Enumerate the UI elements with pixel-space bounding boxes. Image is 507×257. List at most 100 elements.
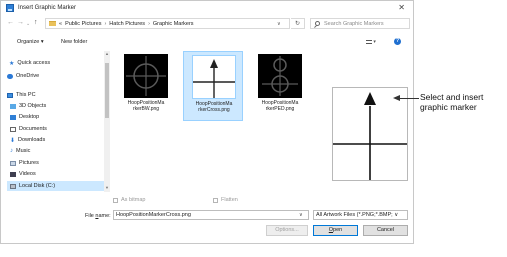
view-chevron-icon: ▾ (373, 39, 376, 45)
sidebar-item-label: This PC (16, 92, 36, 98)
checkbox-box (113, 197, 118, 203)
file-tile-selected[interactable]: HoopPositionMa rkerCross.png (183, 51, 243, 121)
file-name-dropdown-icon[interactable]: ∨ (299, 212, 303, 218)
video-icon (10, 171, 16, 177)
sidebar-item-onedrive[interactable]: OneDrive (7, 71, 111, 81)
breadcrumb-item[interactable]: Hatch Pictures (109, 21, 145, 27)
preview-pane (332, 87, 408, 181)
music-icon: ♪ (10, 148, 13, 154)
file-thumbnail (192, 55, 236, 99)
search-placeholder: Search Graphic Markers (324, 20, 384, 27)
options-button[interactable]: Options... (266, 225, 308, 236)
navigation-pane: ★ Quick access OneDrive This PC 3D Objec… (1, 51, 111, 192)
checkbox-label: Flatten (221, 197, 238, 203)
sidebar-item-music[interactable]: ♪ Music (10, 146, 114, 156)
command-toolbar: Organize ▾ New folder ▾ ? (1, 37, 413, 47)
sidebar-item-label: Music (16, 148, 31, 154)
sidebar-item-label: 3D Objects (19, 103, 47, 109)
cloud-icon (7, 73, 13, 79)
sidebar-item-label: Pictures (19, 160, 39, 166)
cube-icon (10, 103, 16, 109)
file-type-dropdown-icon: ∨ (394, 212, 399, 218)
search-icon (315, 21, 320, 26)
desktop-icon (10, 114, 16, 120)
file-name-label: File name: (85, 213, 111, 219)
download-icon: ⬇ (10, 137, 16, 144)
pictures-icon (10, 160, 16, 166)
as-bitmap-checkbox[interactable]: As bitmap (113, 197, 145, 203)
close-icon[interactable]: ✕ (398, 3, 405, 12)
file-tile[interactable]: HoopPositionMa rkerBW.png (116, 51, 176, 121)
flatten-checkbox[interactable]: Flatten (213, 197, 238, 203)
computer-icon (7, 92, 13, 98)
sidebar-item-pictures[interactable]: Pictures (10, 158, 114, 168)
checkbox-box (213, 197, 218, 203)
sidebar-item-label: Local Disk (C:) (19, 183, 56, 189)
new-folder-button[interactable]: New folder (61, 39, 87, 45)
file-tile[interactable]: HoopPositionMa rkerPED.png (250, 51, 310, 121)
file-name-field[interactable]: HoopPositionMarkerCross.png (113, 210, 309, 220)
refresh-icon[interactable]: ↻ (291, 18, 305, 29)
search-input[interactable]: Search Graphic Markers (310, 18, 410, 29)
file-name-row: File name: HoopPositionMarkerCross.png ∨… (1, 210, 413, 221)
file-thumbnail (124, 54, 168, 98)
sidebar-item-local-disk[interactable]: Local Disk (C:) (7, 181, 104, 191)
sidebar-item-this-pc[interactable]: This PC (7, 90, 111, 100)
breadcrumb-overflow[interactable]: « (59, 21, 62, 27)
file-name: HoopPositionMa rkerBW.png (127, 100, 165, 112)
address-bar-row: ← → ⌄ ↑ « Public Pictures › Hatch Pictur… (1, 18, 413, 30)
scrollbar-thumb[interactable] (105, 63, 109, 118)
navigation-scrollbar[interactable]: ▲ ▼ (104, 51, 110, 192)
circle-cross-marker-icon (124, 54, 168, 98)
breadcrumb-item[interactable]: Public Pictures (65, 21, 101, 27)
file-name: HoopPositionMa rkerPED.png (261, 100, 299, 112)
sidebar-item-videos[interactable]: Videos (10, 169, 114, 179)
organize-button[interactable]: Organize ▾ (17, 39, 44, 45)
file-thumbnail (258, 54, 302, 98)
recent-locations-chevron-icon[interactable]: ⌄ (26, 21, 30, 27)
address-dropdown-icon[interactable]: ∨ (277, 21, 281, 27)
view-icon (366, 39, 372, 44)
sidebar-item-3d-objects[interactable]: 3D Objects (10, 101, 114, 111)
insert-graphic-marker-dialog: Insert Graphic Marker ✕ ← → ⌄ ↑ « Public… (0, 0, 414, 244)
arrow-cross-marker-icon (193, 56, 235, 98)
star-icon: ★ (9, 60, 15, 67)
window-title: Insert Graphic Marker (18, 5, 77, 11)
callout-line (399, 98, 419, 99)
sidebar-item-downloads[interactable]: ⬇ Downloads (10, 135, 114, 145)
folder-icon (49, 21, 56, 26)
help-icon[interactable]: ? (394, 38, 401, 45)
ped-marker-icon (258, 54, 302, 98)
sidebar-item-label: Downloads (18, 137, 46, 143)
app-icon (6, 4, 14, 12)
scroll-up-icon[interactable]: ▲ (104, 51, 110, 57)
title-bar: Insert Graphic Marker ✕ (1, 1, 413, 15)
disk-icon (10, 183, 16, 189)
cancel-button[interactable]: Cancel (363, 225, 408, 236)
open-button-label: pen (333, 227, 343, 233)
options-row: As bitmap Flatten (113, 196, 413, 205)
callout-annotation: Select and insert graphic marker (420, 92, 484, 112)
up-arrow-icon[interactable]: ↑ (34, 19, 38, 26)
sidebar-item-desktop[interactable]: Desktop (10, 112, 114, 122)
file-name-label-start: File (85, 213, 96, 219)
sidebar-item-label: Desktop (19, 114, 40, 120)
forward-arrow-icon[interactable]: → (17, 19, 24, 26)
back-arrow-icon[interactable]: ← (7, 19, 14, 26)
sidebar-item-documents[interactable]: Documents (10, 124, 114, 134)
sidebar-item-label: Videos (19, 171, 36, 177)
checkbox-label: As bitmap (121, 197, 146, 203)
change-view-button[interactable]: ▾ (366, 39, 376, 45)
breadcrumb[interactable]: « Public Pictures › Hatch Pictures › Gra… (45, 18, 290, 29)
file-name: HoopPositionMa rkerCross.png (195, 101, 233, 113)
breadcrumb-item[interactable]: Graphic Markers (153, 21, 194, 27)
marker-preview-image (333, 92, 407, 180)
sidebar-item-label: Documents (19, 126, 47, 132)
sidebar-item-label: OneDrive (16, 73, 40, 79)
open-button[interactable]: Open (313, 225, 358, 236)
file-type-select[interactable]: All Artwork Files (*.PNG;*.BMP; ∨ (313, 210, 408, 220)
scroll-down-icon[interactable]: ▼ (104, 185, 110, 191)
sidebar-item-quick-access[interactable]: ★ Quick access (9, 58, 113, 68)
document-icon (10, 126, 16, 132)
breadcrumb-separator-icon: › (104, 20, 107, 27)
